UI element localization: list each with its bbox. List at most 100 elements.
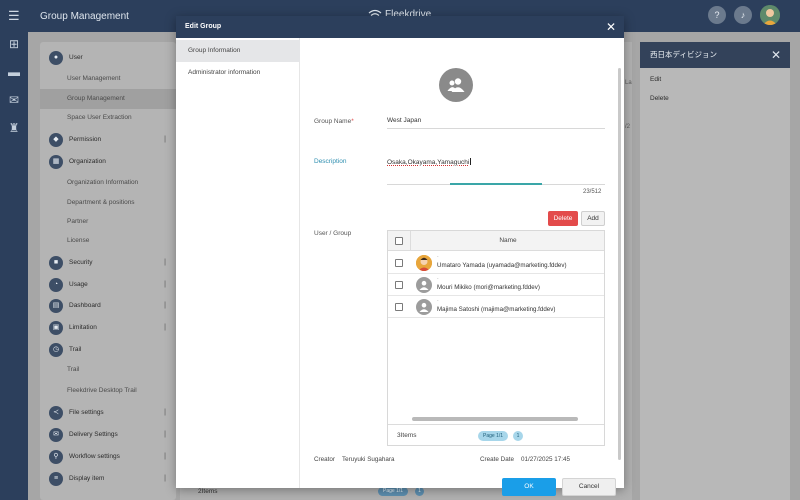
creator-info: Creator Teruyuki Sugahara bbox=[314, 456, 395, 463]
modal-title: Edit Group bbox=[185, 23, 222, 30]
list-icon: ≡ bbox=[49, 472, 63, 486]
hamburger-menu-icon[interactable]: ☰ bbox=[8, 9, 20, 22]
mail-icon: ✉ bbox=[49, 428, 63, 442]
sidebar-item-desktop-trail[interactable]: Fleekdrive Desktop Trail bbox=[40, 381, 176, 401]
user-avatar[interactable] bbox=[760, 5, 780, 25]
chevron-icon: | bbox=[164, 259, 166, 266]
sidebar-item-delivery-settings[interactable]: ✉ Delivery Settings | bbox=[40, 425, 176, 445]
close-icon[interactable]: ✕ bbox=[771, 42, 781, 68]
table-row[interactable]: - Majima Satoshi (majima@marketing.fddev… bbox=[388, 296, 604, 318]
sidebar-item-license[interactable]: License bbox=[40, 231, 176, 251]
sidebar-item-file-settings[interactable]: ≺ File settings | bbox=[40, 403, 176, 423]
help-icon[interactable]: ? bbox=[708, 6, 726, 24]
sidebar-item-label: Usage bbox=[69, 281, 88, 288]
group-detail-panel: 西日本ディビジョン ✕ Edit Delete bbox=[640, 42, 790, 500]
chevron-icon: | bbox=[164, 409, 166, 416]
user-photo-icon bbox=[416, 255, 432, 271]
sidebar-item-label: Trail bbox=[69, 346, 82, 353]
sidebar-item-partner[interactable]: Partner bbox=[40, 212, 176, 232]
background-item-count: 2Items bbox=[198, 488, 218, 495]
vertical-scrollbar[interactable] bbox=[618, 68, 621, 460]
close-icon[interactable]: ✕ bbox=[606, 16, 616, 38]
sidebar-item-label: Security bbox=[69, 259, 93, 266]
sidebar-item-organization[interactable]: ▦ Organization bbox=[40, 152, 176, 172]
background-page-number[interactable]: 1 bbox=[415, 487, 424, 496]
tab-group-information[interactable]: Group Information bbox=[176, 40, 300, 62]
sidebar-item-organization-information[interactable]: Organization Information bbox=[40, 173, 176, 193]
item-count: 3Items bbox=[397, 432, 417, 439]
mail-icon[interactable]: ✉ bbox=[7, 94, 21, 107]
limit-icon: ▣ bbox=[49, 321, 63, 335]
sidebar-item-workflow-settings[interactable]: ⚲ Workflow settings | bbox=[40, 447, 176, 467]
modal-header: Edit Group ✕ bbox=[176, 16, 624, 38]
avatar-photo-icon bbox=[760, 5, 780, 25]
creator-value: Teruyuki Sugahara bbox=[342, 456, 395, 463]
admin-stamp-icon[interactable]: ♜ bbox=[7, 122, 21, 135]
horizontal-scrollbar[interactable] bbox=[412, 417, 578, 421]
group-name-input[interactable]: West Japan bbox=[387, 117, 421, 124]
row-meta: - bbox=[437, 298, 439, 303]
sidebar-item-label: Limitation bbox=[69, 324, 97, 331]
sidebar-item-space-user-extraction[interactable]: Space User Extraction bbox=[40, 108, 176, 128]
group-avatar[interactable] bbox=[439, 68, 473, 102]
column-divider bbox=[410, 231, 411, 251]
sidebar-item-label: User Management bbox=[67, 75, 121, 82]
tab-administrator-information[interactable]: Administrator information bbox=[176, 62, 300, 84]
name-column-header[interactable]: Name bbox=[412, 231, 604, 251]
sidebar-item-display-item[interactable]: ≡ Display item | bbox=[40, 469, 176, 489]
detail-panel-title: 西日本ディビジョン bbox=[650, 50, 717, 59]
sidebar-item-trail-log[interactable]: Trail bbox=[40, 360, 176, 380]
sidebar-item-limitation[interactable]: ▣ Limitation | bbox=[40, 318, 176, 338]
delete-member-button[interactable]: Delete bbox=[548, 211, 578, 226]
edit-group-modal: Edit Group ✕ Group Information Administr… bbox=[176, 16, 624, 496]
ok-button[interactable]: OK bbox=[502, 478, 556, 496]
folder-icon[interactable]: ▬ bbox=[7, 66, 21, 79]
description-textarea[interactable]: Osaka,Okayama,Yamaguchi bbox=[387, 158, 472, 166]
add-member-button[interactable]: Add bbox=[581, 211, 605, 226]
description-label: Description bbox=[314, 158, 347, 165]
sidebar-item-user-management[interactable]: User Management bbox=[40, 69, 176, 89]
member-table: Name - Umataro Yamada (uyamada@marketing… bbox=[387, 230, 605, 446]
row-checkbox[interactable] bbox=[395, 303, 403, 311]
sidebar-item-label: File settings bbox=[69, 409, 104, 416]
cancel-button[interactable]: Cancel bbox=[562, 478, 616, 496]
row-checkbox[interactable] bbox=[395, 281, 403, 289]
background-page-indicator: Page 1/1 bbox=[378, 487, 409, 496]
detail-edit-link[interactable]: Edit bbox=[650, 76, 661, 83]
detail-panel-header: 西日本ディビジョン bbox=[640, 42, 790, 68]
share-icon: ≺ bbox=[49, 406, 63, 420]
sidebar-item-department-positions[interactable]: Department & positions bbox=[40, 193, 176, 213]
sidebar-item-label: Fleekdrive Desktop Trail bbox=[67, 387, 137, 394]
sidebar-item-label: Organization Information bbox=[67, 179, 139, 186]
sidebar-item-label: License bbox=[67, 237, 90, 244]
sidebar-item-user[interactable]: ● User bbox=[40, 48, 176, 68]
group-users-icon bbox=[447, 78, 465, 92]
select-all-checkbox[interactable] bbox=[395, 237, 403, 245]
sidebar-item-permission[interactable]: ◆ Permission | bbox=[40, 130, 176, 150]
grid-add-icon[interactable]: ⊞ bbox=[7, 38, 21, 51]
row-meta: - bbox=[437, 276, 439, 281]
sidebar-item-label: Workflow settings bbox=[69, 453, 120, 460]
chevron-icon: | bbox=[164, 453, 166, 460]
sidebar-item-label: User bbox=[69, 54, 83, 61]
shield-icon: ◆ bbox=[49, 133, 63, 147]
user-group-label: User / Group bbox=[314, 230, 352, 237]
sidebar-item-usage[interactable]: ◔ Usage | bbox=[40, 275, 176, 295]
detail-delete-link[interactable]: Delete bbox=[650, 95, 669, 102]
sidebar-item-group-management[interactable]: Group Management bbox=[40, 89, 176, 109]
bell-icon[interactable]: ♪ bbox=[734, 6, 752, 24]
sidebar-item-label: Dashboard bbox=[69, 302, 101, 309]
required-marker: * bbox=[351, 118, 354, 125]
page-number-button[interactable]: 1 bbox=[513, 431, 523, 441]
sidebar-item-trail[interactable]: ◷ Trail bbox=[40, 340, 176, 360]
background-peek-text: /2 bbox=[625, 124, 631, 130]
sidebar-item-security[interactable]: ■ Security | bbox=[40, 253, 176, 273]
table-row[interactable]: - Mouri Mikiko (mori@marketing.fddev) bbox=[388, 274, 604, 296]
chevron-icon: | bbox=[164, 431, 166, 438]
row-checkbox[interactable] bbox=[395, 259, 403, 267]
sidebar-item-label: Group Management bbox=[67, 95, 125, 102]
description-focus-indicator bbox=[450, 183, 542, 185]
default-user-icon bbox=[419, 302, 429, 312]
sidebar-item-dashboard[interactable]: ▤ Dashboard | bbox=[40, 296, 176, 316]
table-row[interactable]: - Umataro Yamada (uyamada@marketing.fdde… bbox=[388, 252, 604, 274]
